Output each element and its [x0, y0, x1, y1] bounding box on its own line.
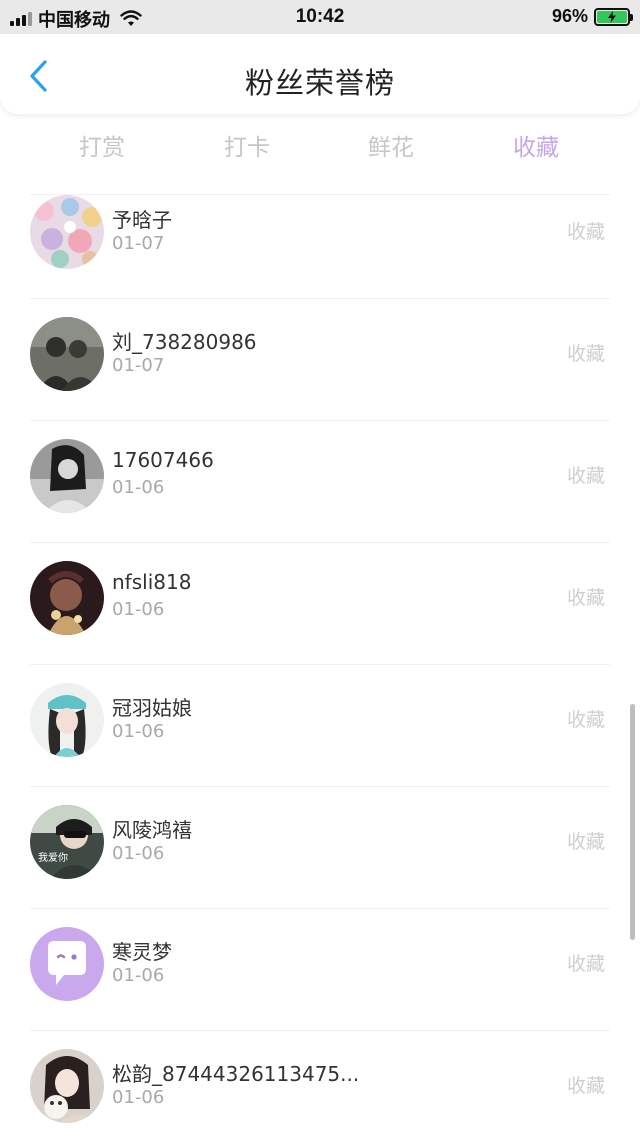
fan-name: 予晗子 — [112, 208, 172, 232]
battery-percent: 96% — [551, 6, 588, 26]
battery-icon — [594, 7, 633, 26]
avatar[interactable] — [30, 927, 104, 1001]
favorite-label: 收藏 — [567, 709, 606, 731]
list-item[interactable]: 予晗子 01-07 收藏 — [0, 176, 640, 298]
fan-name: 风陵鸿禧 — [112, 818, 192, 842]
avatar[interactable]: 我爱你 — [30, 805, 104, 879]
tab-bar: 打赏 打卡 鲜花 收藏 — [0, 118, 640, 174]
favorite-label: 收藏 — [567, 1075, 606, 1097]
tab-reward[interactable]: 打赏 — [79, 128, 125, 162]
favorite-label: 收藏 — [567, 953, 606, 975]
fan-date: 01-06 — [112, 477, 165, 498]
list-item[interactable]: 松韵_87444326113475... 01-06 收藏 — [0, 1030, 640, 1138]
favorite-label: 收藏 — [567, 465, 606, 487]
fan-date: 01-06 — [112, 965, 165, 986]
fan-name: 17607466 — [112, 448, 214, 472]
scrollbar[interactable] — [630, 704, 635, 940]
favorite-label: 收藏 — [567, 587, 606, 609]
tab-checkin[interactable]: 打卡 — [224, 128, 270, 162]
tab-favorites[interactable]: 收藏 — [513, 128, 559, 162]
status-time: 10:42 — [295, 6, 345, 27]
favorite-label: 收藏 — [567, 343, 606, 365]
fan-name: 刘_738280986 — [112, 330, 257, 354]
avatar[interactable] — [30, 439, 104, 513]
avatar[interactable] — [30, 195, 104, 269]
fan-date: 01-07 — [112, 233, 165, 254]
fan-name: 松韵_87444326113475... — [112, 1062, 360, 1086]
page-title: 粉丝荣誉榜 — [244, 66, 395, 100]
list-item[interactable]: 我爱你 风陵鸿禧 01-06 收藏 — [0, 786, 640, 908]
favorite-label: 收藏 — [567, 831, 606, 853]
list-item[interactable]: 寒灵梦 01-06 收藏 — [0, 908, 640, 1030]
list-item[interactable]: 17607466 01-06 收藏 — [0, 420, 640, 542]
fan-name: 寒灵梦 — [112, 940, 172, 964]
status-right: 96% — [551, 6, 633, 27]
list-item[interactable]: 刘_738280986 01-07 收藏 — [0, 298, 640, 420]
list-item[interactable]: 冠羽姑娘 01-06 收藏 — [0, 664, 640, 786]
avatar[interactable] — [30, 683, 104, 757]
fan-date: 01-06 — [112, 1087, 165, 1108]
tab-flowers[interactable]: 鲜花 — [368, 128, 414, 162]
fan-date: 01-06 — [112, 721, 165, 742]
favorite-label: 收藏 — [567, 221, 606, 243]
navigation-bar: 粉丝荣誉榜 — [0, 34, 640, 114]
fan-date: 01-07 — [112, 355, 165, 376]
avatar-overlay-text: 我爱你 — [38, 851, 68, 864]
fan-name: 冠羽姑娘 — [112, 696, 192, 720]
avatar[interactable] — [30, 561, 104, 635]
list-item[interactable]: nfsli818 01-06 收藏 — [0, 542, 640, 664]
fan-name: nfsli818 — [112, 570, 192, 594]
fan-date: 01-06 — [112, 599, 165, 620]
fan-date: 01-06 — [112, 843, 165, 864]
avatar[interactable] — [30, 1049, 104, 1123]
avatar[interactable] — [30, 317, 104, 391]
charging-bolt-icon — [608, 10, 616, 23]
status-bar: 中国移动 10:42 96% — [0, 0, 640, 34]
